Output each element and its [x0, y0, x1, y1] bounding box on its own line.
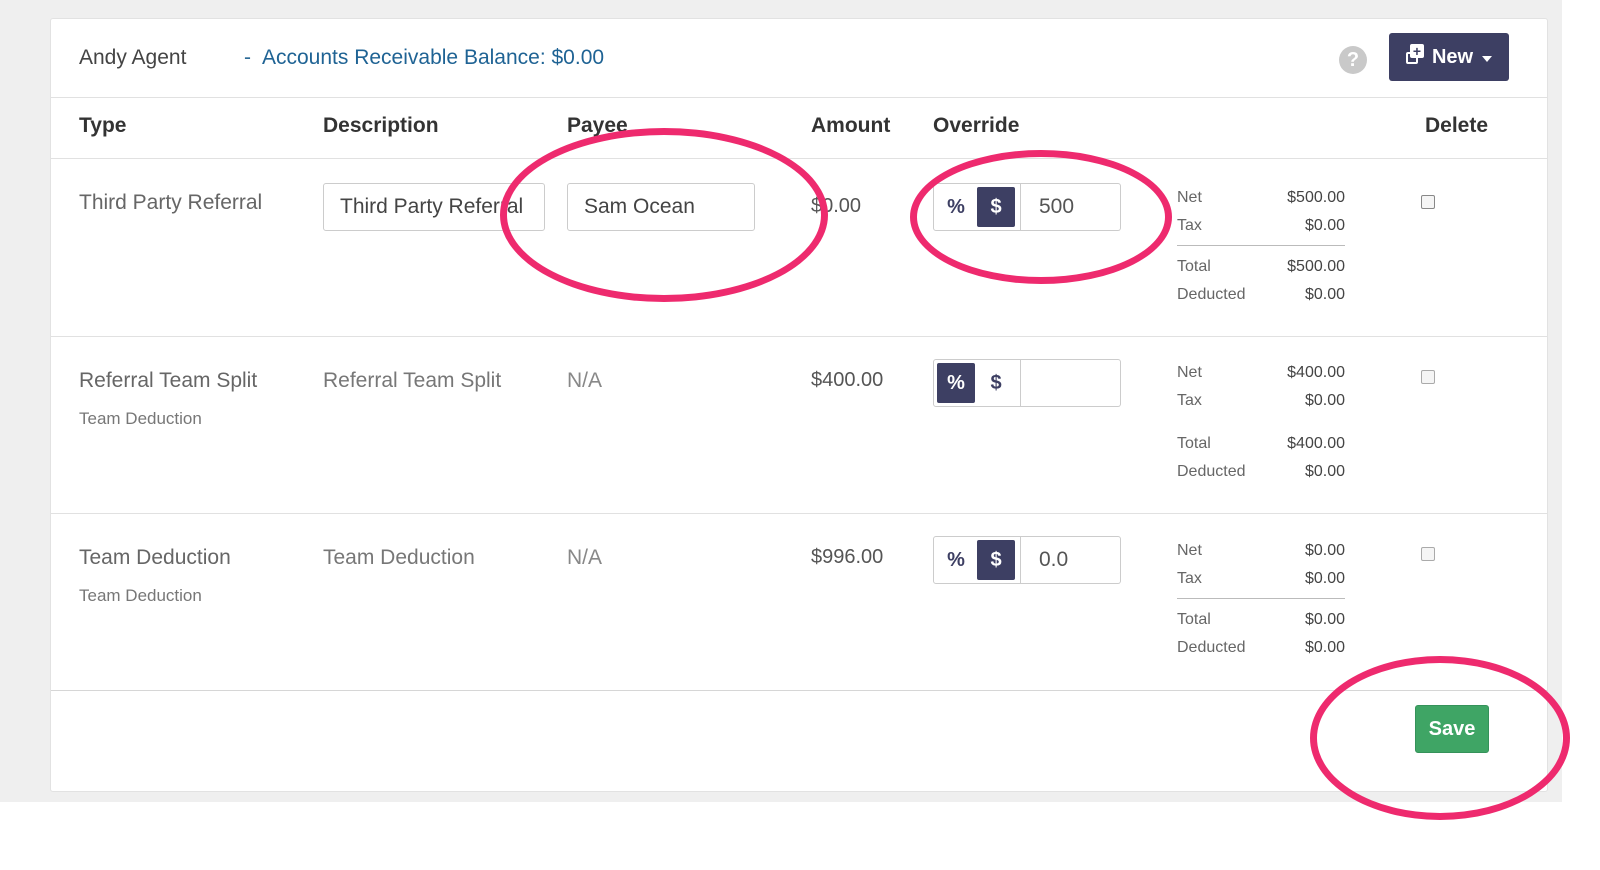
- column-header-amount: Amount: [811, 114, 891, 137]
- net-label: Net: [1177, 542, 1202, 559]
- percent-toggle[interactable]: %: [937, 540, 975, 580]
- row-type: Team Deduction: [79, 546, 231, 569]
- percent-toggle[interactable]: %: [937, 363, 975, 403]
- payee-input[interactable]: Sam Ocean: [567, 183, 755, 231]
- agent-name: Andy Agent: [79, 46, 187, 69]
- total-value: $0.00: [1304, 611, 1345, 628]
- override-mode-toggle: % $: [933, 183, 1021, 231]
- override-mode-toggle: % $: [933, 359, 1021, 407]
- deducted-label: Deducted: [1177, 463, 1246, 480]
- override-input[interactable]: [1021, 359, 1121, 407]
- net-value: $500.00: [1287, 189, 1345, 206]
- delete-checkbox[interactable]: [1421, 195, 1435, 209]
- column-header-override: Override: [933, 114, 1020, 137]
- help-icon[interactable]: ?: [1339, 46, 1367, 74]
- total-value: $500.00: [1287, 258, 1345, 275]
- add-copy-icon: [1405, 43, 1424, 66]
- row-amount: $996.00: [811, 546, 884, 568]
- row-amount: $0.00: [811, 195, 862, 217]
- deducted-label: Deducted: [1177, 639, 1246, 656]
- table-row: Team Deduction Team Deduction Team Deduc…: [51, 514, 1547, 691]
- tax-label: Tax: [1177, 570, 1202, 587]
- row-amount: $400.00: [811, 369, 884, 391]
- dollar-toggle[interactable]: $: [977, 363, 1015, 403]
- summary-divider: [1177, 245, 1345, 246]
- delete-checkbox[interactable]: [1421, 370, 1435, 384]
- net-label: Net: [1177, 189, 1202, 206]
- table-row: Referral Team Split Team Deduction Refer…: [51, 337, 1547, 514]
- row-description: Team Deduction: [323, 546, 475, 569]
- row-type: Third Party Referral: [79, 191, 263, 214]
- column-header-type: Type: [79, 114, 127, 137]
- deducted-value: $0.00: [1304, 639, 1345, 656]
- override-mode-toggle: % $: [933, 536, 1021, 584]
- deductions-panel: Andy Agent - Accounts Receivable Balance…: [50, 18, 1548, 792]
- override-input[interactable]: 500: [1021, 183, 1121, 231]
- delete-checkbox[interactable]: [1421, 547, 1435, 561]
- deducted-value: $0.00: [1304, 463, 1345, 480]
- description-input[interactable]: Third Party Referral: [323, 183, 545, 231]
- total-label: Total: [1177, 258, 1211, 275]
- deducted-label: Deducted: [1177, 286, 1246, 303]
- summary-divider: [1177, 598, 1345, 599]
- percent-toggle[interactable]: %: [937, 187, 975, 227]
- net-value: $0.00: [1304, 542, 1345, 559]
- row-payee: N/A: [567, 546, 603, 569]
- row-payee: N/A: [567, 369, 603, 392]
- row-description: Referral Team Split: [323, 369, 502, 392]
- total-label: Total: [1177, 435, 1211, 452]
- total-value: $400.00: [1287, 435, 1345, 452]
- tax-label: Tax: [1177, 392, 1202, 409]
- column-header-delete: Delete: [1425, 114, 1489, 137]
- save-button[interactable]: Save: [1415, 705, 1489, 753]
- table-header: Type Description Payee Amount Override D…: [51, 98, 1547, 159]
- net-label: Net: [1177, 364, 1202, 381]
- panel-header: Andy Agent - Accounts Receivable Balance…: [51, 19, 1547, 98]
- net-value: $400.00: [1287, 364, 1345, 381]
- deducted-value: $0.00: [1304, 286, 1345, 303]
- row-subtype: Team Deduction: [79, 586, 202, 605]
- new-button-label: New: [1431, 45, 1474, 68]
- dollar-toggle[interactable]: $: [977, 540, 1015, 580]
- dollar-toggle[interactable]: $: [977, 187, 1015, 227]
- override-input[interactable]: 0.0: [1021, 536, 1121, 584]
- row-type: Referral Team Split: [79, 369, 258, 392]
- tax-value: $0.00: [1304, 217, 1345, 234]
- table-row: Third Party Referral Third Party Referra…: [51, 159, 1547, 337]
- new-button[interactable]: New: [1389, 33, 1509, 81]
- total-label: Total: [1177, 611, 1211, 628]
- header-separator: -: [244, 46, 251, 69]
- caret-down-icon: [1482, 55, 1493, 62]
- accounts-receivable-balance[interactable]: Accounts Receivable Balance: $0.00: [262, 46, 604, 70]
- tax-label: Tax: [1177, 217, 1202, 234]
- row-subtype: Team Deduction: [79, 409, 202, 428]
- tax-value: $0.00: [1304, 570, 1345, 587]
- column-header-payee: Payee: [567, 114, 628, 137]
- tax-value: $0.00: [1304, 392, 1345, 409]
- column-header-description: Description: [323, 114, 439, 137]
